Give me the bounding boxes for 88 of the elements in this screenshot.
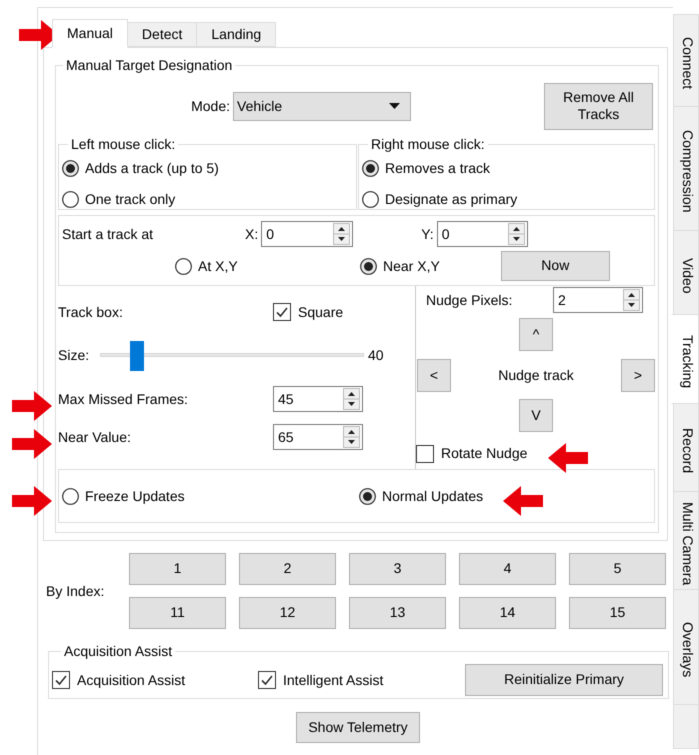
radio-button[interactable] xyxy=(359,488,376,504)
checkbox[interactable] xyxy=(273,303,291,321)
side-tab[interactable]: Tracking xyxy=(671,314,699,404)
radio-button[interactable] xyxy=(362,160,379,177)
nudge-up-button[interactable]: ^ xyxy=(519,318,553,351)
index-button[interactable]: 2 xyxy=(239,553,336,585)
side-tab[interactable]: Compression xyxy=(673,106,699,231)
tab[interactable]: Detect xyxy=(126,22,198,47)
number-field[interactable]: 45 xyxy=(273,386,363,412)
side-tab[interactable]: Multi Camera xyxy=(673,491,699,590)
radio-label: At X,Y xyxy=(198,256,238,276)
size-label: Size: xyxy=(58,346,90,364)
track-box-label: Track box: xyxy=(58,302,124,322)
tab[interactable]: Landing xyxy=(196,22,276,47)
reinitialize-primary-button[interactable]: Reinitialize Primary xyxy=(465,664,663,696)
x-label: X: xyxy=(245,224,258,244)
radio-label: Designate as primary xyxy=(385,190,518,209)
annotation-arrow xyxy=(12,486,52,516)
start-track-label: Start a track at xyxy=(62,224,154,244)
checkbox[interactable] xyxy=(416,444,434,462)
index-button[interactable]: 15 xyxy=(569,597,666,629)
index-button[interactable]: 14 xyxy=(459,597,556,629)
mode-dropdown[interactable]: Vehicle xyxy=(233,92,411,120)
group-title: Manual Target Designation xyxy=(65,56,234,75)
radio-button[interactable] xyxy=(62,160,79,177)
index-button[interactable]: 12 xyxy=(239,597,336,629)
index-button[interactable]: 4 xyxy=(459,553,556,585)
index-button[interactable]: 1 xyxy=(129,553,226,585)
group-title: Right mouse click: xyxy=(370,135,486,154)
by-index-label: By Index: xyxy=(46,582,106,601)
nudge-right-button[interactable]: > xyxy=(621,359,655,392)
side-tab[interactable]: Overlays xyxy=(673,589,699,705)
radio-button[interactable] xyxy=(62,191,79,208)
remove-all-tracks-button[interactable]: Remove All Tracks xyxy=(544,82,653,130)
radio-label: Near X,Y xyxy=(383,256,440,276)
annotation-arrow xyxy=(12,391,52,421)
spin-arrows-icon[interactable] xyxy=(343,388,360,410)
side-tab[interactable]: Record xyxy=(673,403,699,492)
checkbox[interactable] xyxy=(258,671,276,689)
number-field[interactable]: 65 xyxy=(273,424,363,450)
near-value-label: Near Value: xyxy=(58,428,132,446)
nudge-track-label: Nudge track xyxy=(497,366,575,385)
side-tab[interactable]: Video xyxy=(673,230,699,315)
radio-label: One track only xyxy=(85,190,176,209)
index-button[interactable]: 3 xyxy=(349,553,446,585)
index-button[interactable]: 11 xyxy=(129,597,226,629)
slider-thumb[interactable] xyxy=(130,341,144,371)
group-title: Left mouse click: xyxy=(70,135,176,154)
spin-arrows-icon[interactable] xyxy=(623,289,640,311)
radio-button[interactable] xyxy=(62,488,79,504)
number-field[interactable]: 0 xyxy=(261,221,354,247)
annotation-arrow xyxy=(548,443,588,473)
annotation-arrow xyxy=(12,429,52,459)
checkbox-label: Acquisition Assist xyxy=(77,670,186,690)
spin-arrows-icon[interactable] xyxy=(343,426,360,448)
radio-button[interactable] xyxy=(362,191,379,208)
size-slider[interactable] xyxy=(100,340,364,370)
nudge-pixels-label: Nudge Pixels: xyxy=(426,290,514,310)
side-tab-strip xyxy=(673,704,699,749)
checkbox-label: Intelligent Assist xyxy=(283,670,384,690)
checkbox[interactable] xyxy=(52,671,70,689)
annotation-arrow xyxy=(503,486,543,516)
size-value: 40 xyxy=(368,346,384,364)
spin-arrows-icon[interactable] xyxy=(508,223,525,245)
spin-arrows-icon[interactable] xyxy=(333,223,350,245)
mode-label: Mode: xyxy=(190,96,231,116)
group-title: Acquisition Assist xyxy=(63,642,174,661)
radio-label: Removes a track xyxy=(385,159,490,178)
side-tab[interactable]: Connect xyxy=(673,14,699,107)
nudge-left-button[interactable]: < xyxy=(417,359,451,392)
caret-icon xyxy=(389,103,400,109)
now-button[interactable]: Now xyxy=(500,251,610,281)
checkbox-label: Square xyxy=(298,302,344,322)
tab[interactable]: Manual xyxy=(52,19,128,48)
radio-label: Adds a track (up to 5) xyxy=(85,159,219,178)
show-telemetry-button[interactable]: Show Telemetry xyxy=(296,712,420,743)
checkbox-label: Rotate Nudge xyxy=(441,444,528,463)
max-missed-frames-label: Max Missed Frames: xyxy=(58,390,189,408)
index-button[interactable]: 5 xyxy=(569,553,666,585)
radio-button[interactable] xyxy=(360,258,377,274)
radio-label: Freeze Updates xyxy=(85,486,185,506)
radio-button[interactable] xyxy=(175,258,192,274)
number-field[interactable]: 0 xyxy=(436,221,528,247)
nudge-down-button[interactable]: V xyxy=(519,399,553,432)
y-label: Y: xyxy=(421,224,434,244)
radio-label: Normal Updates xyxy=(382,486,484,506)
number-field[interactable]: 2 xyxy=(553,287,643,313)
index-button[interactable]: 13 xyxy=(349,597,446,629)
